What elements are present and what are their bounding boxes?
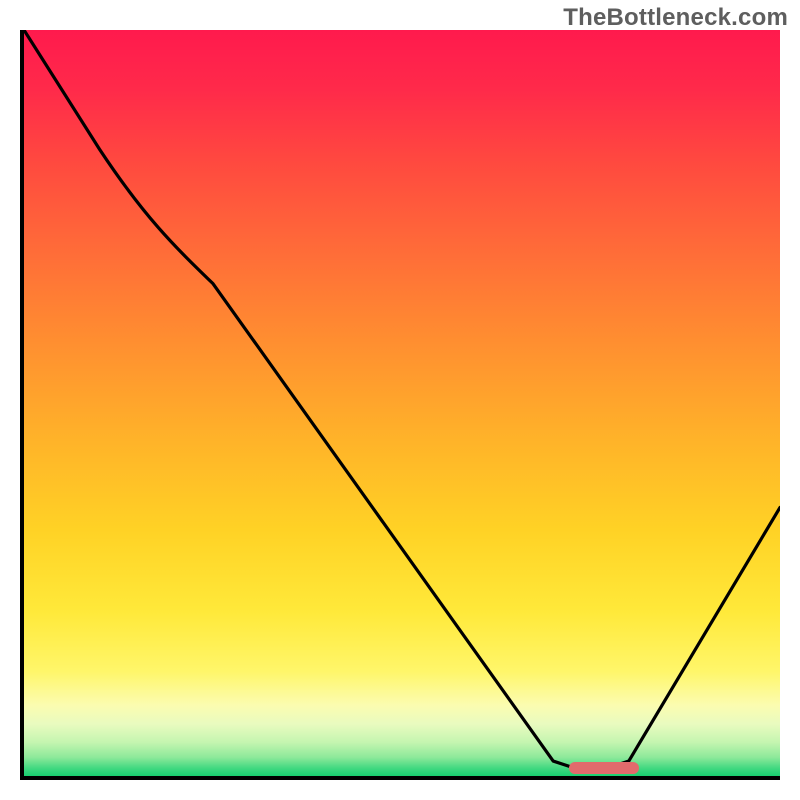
optimal-marker bbox=[569, 762, 639, 774]
plot-area bbox=[20, 30, 780, 780]
watermark-text: TheBottleneck.com bbox=[563, 4, 788, 32]
bottleneck-curve bbox=[24, 30, 780, 776]
chart-container: TheBottleneck.com bbox=[0, 0, 800, 800]
